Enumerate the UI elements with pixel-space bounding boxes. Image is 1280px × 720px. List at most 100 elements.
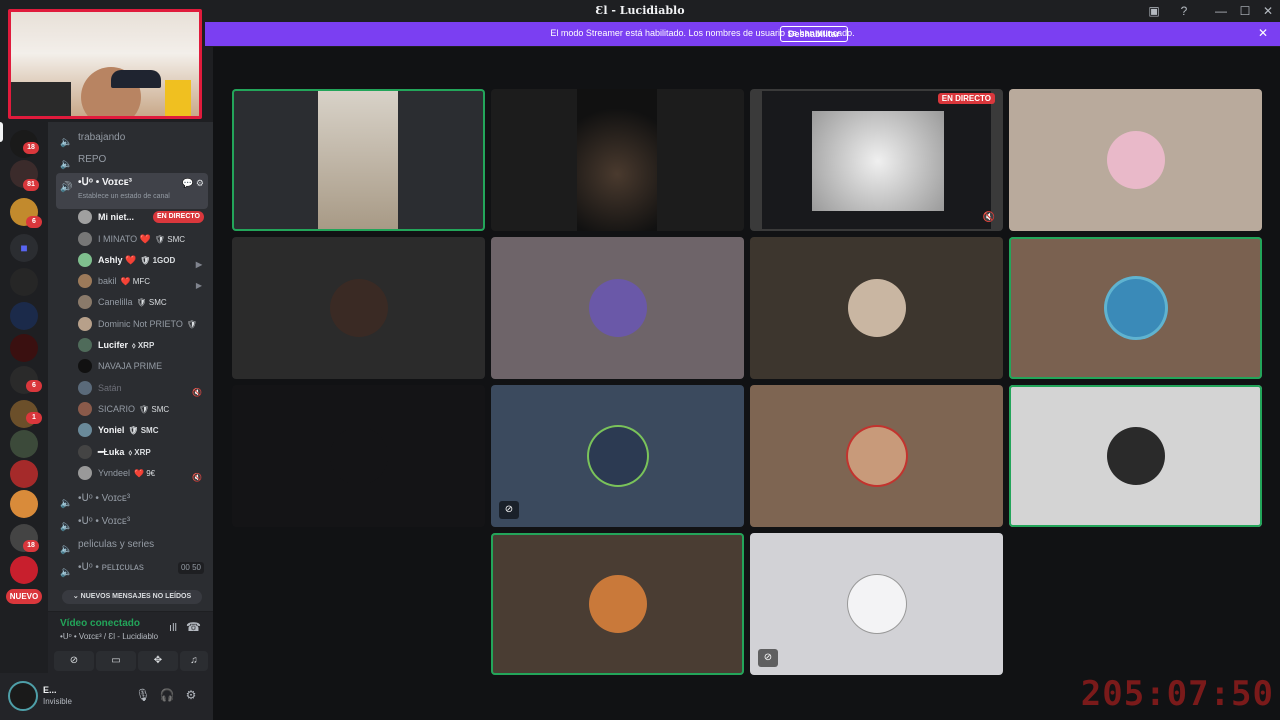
avatar [1106,427,1165,485]
server-icon[interactable] [10,268,38,296]
user-limit-badge: 00 50 [177,562,204,574]
voice-channel[interactable]: 🔈 •ᑌᵒ • Voɪᴄᴇ³ [56,489,208,509]
member-row[interactable]: Satán 🔇 [76,378,208,398]
screen-share-button[interactable]: ▭ [96,651,136,671]
member-tag: 🛡 SMC [136,298,167,307]
close-icon[interactable]: ✕ [1258,26,1268,40]
avatar [78,210,92,224]
video-tile[interactable] [491,533,744,675]
voice-channel-repo[interactable]: 🔈 REPO [56,150,208,170]
member-tag: 🛡 SMC [154,235,186,244]
camera-feed [577,89,657,231]
member-row[interactable]: Ashly ❤️ 🛡 1GOD ▶ [76,250,208,270]
speaker-icon: 🔈 [60,159,73,170]
settings-icon[interactable]: ⚙ [183,687,199,703]
member-row[interactable]: NAVAJA PRIME [76,356,208,376]
disconnect-icon[interactable]: ☎ [186,620,201,634]
banner-text: El modo Streamer está habilitado. Los no… [550,28,855,38]
noise-suppression-icon[interactable]: ıll [169,622,177,634]
member-row[interactable]: ━Ƚuka ⬨ XRP [76,442,208,462]
camera-off-icon: ⊘ [499,501,519,519]
member-row[interactable]: Lucifer ⬨ XRP [76,335,208,355]
member-name: Yvndeel [98,468,131,478]
channel-name: •ᑌᵒ • Voɪᴄᴇ³ [78,493,131,504]
avatar [78,274,92,288]
speaker-icon: 🔊 [60,182,73,193]
member-row[interactable]: Mi niet... EN DIRECTO [76,207,208,227]
new-unreads-badge[interactable]: NUEVO [6,589,42,604]
maximize-button[interactable]: ☐ [1235,2,1255,20]
server-list: 18 81 6 ■ 6 1 18 NUEVO [0,122,48,720]
video-tile[interactable]: ⊘ [750,533,1003,675]
member-tag: ⬨ XRP [132,341,155,350]
video-tile[interactable] [750,237,1003,379]
video-tile[interactable] [232,385,485,527]
member-name: Lucifer [98,340,129,350]
server-icon[interactable] [10,460,38,488]
video-tile[interactable] [491,89,744,231]
video-tile[interactable] [750,385,1003,527]
stream-tile[interactable]: EN DIRECTO 🔇 [750,89,1003,231]
folder-icon[interactable]: ■ [10,234,38,262]
video-tile[interactable]: ⊘ [491,385,744,527]
avatar [588,279,647,337]
voice-channel-path: •ᑌᵒ • Voɪᴄᴇ³ / Ɛl - Ⅼucidiablo [60,632,159,641]
headphones-icon[interactable]: 🎧 [159,687,175,703]
member-row[interactable]: Yvndeel ❤️ 9€ 🔇 [76,463,208,483]
member-tag: ❤️ 9€ [134,469,156,478]
voice-channel[interactable]: 🔈 •ᑌᵒ • ᴘᴇʟɪᴄᴜʟᴀs 00 50 [56,558,208,578]
minimize-button[interactable]: — [1211,2,1231,20]
member-name: Satán [98,383,122,393]
mention-badge: 6 [26,216,42,228]
member-name: SICARIO [98,404,136,414]
server-icon[interactable] [10,334,38,362]
avatar [329,279,388,337]
server-icon[interactable] [10,556,38,584]
member-name: NAVAJA PRIME [98,361,163,371]
activities-button[interactable]: ✥ [138,651,178,671]
video-tile[interactable] [1009,237,1262,379]
camera-off-button[interactable]: ⊘ [54,651,94,671]
video-tile[interactable] [491,237,744,379]
channel-name: REPO [78,154,107,165]
member-row[interactable]: I MINATO ❤️ 🛡 SMC [76,229,208,249]
disable-streamer-mode-button[interactable]: Deshabilitar [780,26,848,42]
avatar [588,575,647,633]
voice-channel[interactable]: 🔈 peliculas y series [56,535,208,555]
mention-badge: 18 [23,142,39,154]
stream-timer: 205:07:50 [1080,674,1274,714]
channel-actions[interactable]: 💬 ⚙ [182,173,204,193]
user-avatar[interactable] [8,681,38,711]
avatar [847,279,906,337]
avatar [78,381,92,395]
member-row[interactable]: bakil ❤️ MFC ▶ [76,271,208,291]
member-row[interactable]: SICARIO 🛡 SMC [76,399,208,419]
video-tile[interactable] [232,237,485,379]
user-status: Invisible [43,697,72,706]
server-icon[interactable] [10,302,38,330]
mention-badge: 6 [26,380,42,392]
voice-channel-trabajando[interactable]: 🔈 trabajando [56,128,208,148]
video-tile[interactable] [1009,385,1262,527]
server-icon[interactable] [10,490,38,518]
server-icon[interactable] [10,430,38,458]
volume-muted-icon[interactable]: 🔇 [983,212,995,223]
member-row[interactable]: Canelilla 🛡 SMC [76,292,208,312]
member-row[interactable]: Yoniel 🛡 SMC [76,420,208,440]
voice-status: Vídeo conectado [60,618,141,629]
soundboard-button[interactable]: ♫ [180,651,208,671]
video-tile[interactable] [1009,89,1262,231]
muted-icon: 🔇 [192,473,202,482]
microphone-icon[interactable]: 🎙 [135,687,151,703]
voice-connection-panel: Vídeo conectado •ᑌᵒ • Voɪᴄᴇ³ / Ɛl - Ⅼuci… [48,611,213,673]
inbox-icon[interactable]: ▣ [1144,2,1164,20]
video-tile[interactable] [232,89,485,231]
mention-badge: 81 [23,179,39,191]
help-icon[interactable]: ? [1174,2,1194,20]
member-row[interactable]: Dominic Not PRIETO 🛡 [76,314,208,334]
voice-channel-active[interactable]: 🔊 •ᑌᵒ • Voɪᴄᴇ³ Establece un estado de ca… [56,173,208,209]
avatar [78,338,92,352]
close-button[interactable]: ✕ [1258,2,1278,20]
new-unread-messages-button[interactable]: ⌄ NUEVOS MENSAJES NO LEÍDOS [62,590,202,604]
voice-channel[interactable]: 🔈 •ᑌᵒ • Voɪᴄᴇ³ [56,512,208,532]
